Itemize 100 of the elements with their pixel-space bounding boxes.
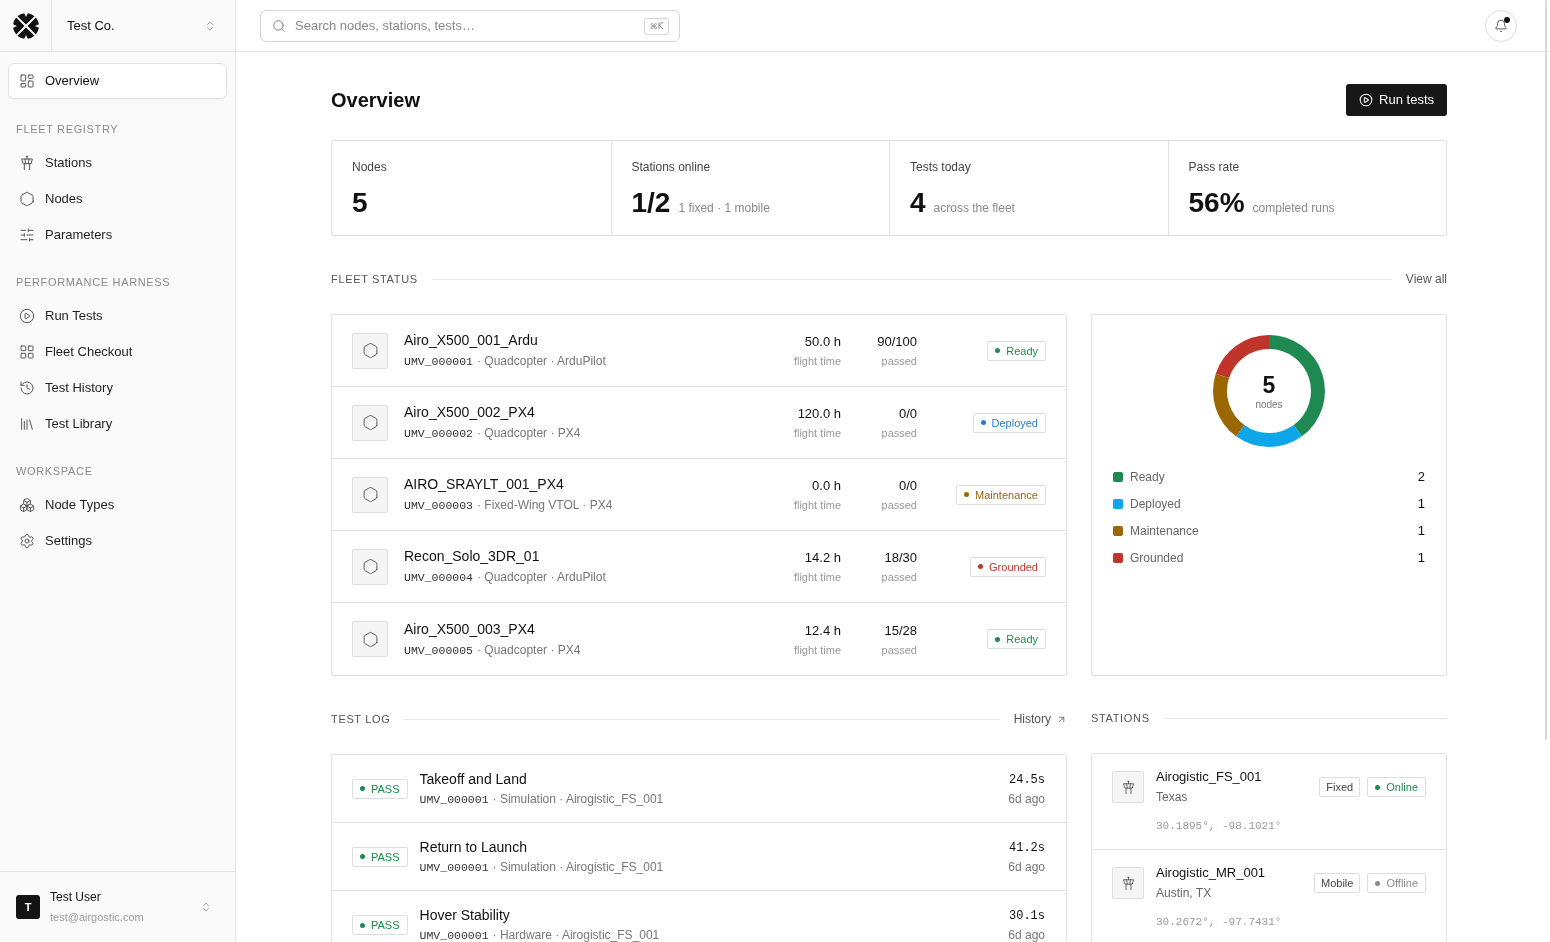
history-icon	[19, 380, 35, 396]
test-meta: · Simulation · Airogistic_FS_001	[492, 790, 664, 807]
play-circle-icon	[19, 308, 35, 324]
legend-label: Deployed	[1130, 495, 1182, 513]
node-id: UMV_000003	[404, 498, 473, 514]
test-name[interactable]: Return to Launch	[419, 837, 1009, 856]
passed-value: 0/0	[898, 405, 917, 423]
nav-item[interactable]: Test Library	[8, 406, 227, 442]
station-location: Texas	[1156, 789, 1189, 805]
node-meta: · Quadcopter · PX4	[477, 641, 581, 658]
node-meta: · Quadcopter · ArduPilot	[477, 353, 606, 369]
section-title: PERFORMANCE HARNESS	[15, 275, 172, 290]
legend-count: 1	[1417, 548, 1425, 567]
section-title: TEST LOG	[331, 712, 391, 727]
result-text: PASS	[371, 781, 400, 796]
nav-item[interactable]: Test History	[8, 370, 227, 406]
node-meta: · Fixed-Wing VTOL · PX4	[477, 497, 613, 513]
node-name[interactable]: Airo_X500_002_PX4	[404, 403, 731, 421]
node-id: UMV_000004	[404, 570, 473, 586]
flight-time-value: 14.2 h	[804, 549, 841, 567]
chevrons-up-down-icon[interactable]	[200, 901, 212, 913]
chevrons-up-down-icon	[204, 19, 216, 32]
stat-value: 1/2	[631, 187, 671, 219]
station-name[interactable]: Airogistic_FS_001	[1156, 768, 1320, 786]
donut-caption: nodes	[1255, 398, 1283, 411]
flight-time-label: flight time	[793, 642, 841, 657]
test-duration: 24.5s	[1009, 771, 1045, 789]
status-text: Maintenance	[975, 487, 1038, 502]
node-id: UMV_000001	[404, 354, 473, 370]
passed-label: passed	[881, 354, 917, 368]
flight-time-value: 12.4 h	[804, 621, 841, 640]
passed-value: 90/100	[877, 333, 917, 351]
scrollbar-thumb[interactable]	[1545, 0, 1547, 740]
node-name[interactable]: Recon_Solo_3DR_01	[404, 547, 731, 565]
flight-time-label: flight time	[793, 354, 841, 368]
hexagon-icon	[361, 630, 379, 648]
flight-time-label: flight time	[793, 570, 841, 584]
nav-item[interactable]: Stations	[8, 145, 227, 181]
status-text: Grounded	[989, 559, 1038, 574]
flight-time-label: flight time	[793, 426, 841, 440]
passed-value: 0/0	[898, 477, 917, 495]
nav-item[interactable]: Nodes	[8, 181, 227, 217]
passed-label: passed	[881, 426, 917, 440]
stat-note: completed runs	[1252, 200, 1335, 217]
test-meta: · Simulation · Airogistic_FS_001	[492, 858, 664, 875]
grid-icon	[19, 344, 35, 360]
test-name[interactable]: Takeoff and Land	[419, 769, 1009, 788]
test-meta: · Hardware · Airogistic_FS_001	[492, 927, 660, 942]
test-time: 6d ago	[1008, 858, 1045, 875]
search-icon	[272, 18, 286, 33]
legend-label: Ready	[1130, 468, 1166, 486]
station-mode-tag: Mobile	[1314, 873, 1361, 893]
test-duration: 30.1s	[1009, 908, 1045, 925]
run-tests-button[interactable]: Run tests	[1346, 84, 1447, 116]
node-name[interactable]: Airo_X500_003_PX4	[404, 619, 731, 638]
view-all-link[interactable]: View all	[1405, 271, 1447, 287]
flight-time-value: 120.0 h	[797, 405, 841, 423]
test-name[interactable]: Hover Stability	[419, 906, 1009, 924]
hexagon-icon	[361, 342, 379, 359]
logo-icon	[12, 12, 39, 39]
section-title: FLEET STATUS	[331, 272, 418, 287]
station-name[interactable]: Airogistic_MR_001	[1156, 864, 1314, 882]
nav-item[interactable]: Overview	[8, 63, 227, 99]
nav-item[interactable]: Settings	[8, 523, 227, 559]
passed-label: passed	[881, 570, 917, 584]
user-email: test@airgostic.com	[50, 910, 145, 925]
tower-icon	[19, 155, 35, 171]
node-name[interactable]: Airo_X500_001_Ardu	[404, 331, 731, 349]
node-meta: · Quadcopter · PX4	[477, 425, 581, 441]
status-text: Deployed	[991, 415, 1038, 430]
boxes-icon	[19, 497, 35, 513]
settings-icon	[19, 533, 35, 549]
station-mode-tag: Fixed	[1319, 777, 1361, 797]
stat-value: 56%	[1188, 187, 1245, 219]
node-name[interactable]: AIRO_SRAYLT_001_PX4	[404, 475, 731, 493]
flight-time-value: 50.0 h	[804, 333, 841, 351]
stat-value: 4	[910, 187, 926, 219]
dashboard-icon	[19, 73, 35, 89]
stat-label: Pass rate	[1188, 159, 1241, 176]
node-id: UMV_000001	[419, 791, 489, 808]
nav-item[interactable]: Fleet Checkout	[8, 334, 227, 370]
test-time: 6d ago	[1008, 790, 1045, 807]
section-title: WORKSPACE	[15, 464, 94, 479]
nav-item[interactable]: Node Types	[8, 487, 227, 523]
stat-label: Nodes	[352, 159, 388, 176]
nav-item[interactable]: Run Tests	[8, 298, 227, 334]
test-time: 6d ago	[1008, 927, 1045, 942]
stat-note: across the fleet	[933, 200, 1015, 217]
stat-label: Tests today	[910, 159, 972, 176]
status-text: Ready	[1006, 343, 1038, 358]
hexagon-icon	[361, 558, 379, 575]
hexagon-icon	[361, 414, 379, 431]
section-title: STATIONS	[1091, 711, 1150, 726]
history-link[interactable]: History	[1013, 711, 1067, 727]
section-title: FLEET REGISTRY	[15, 122, 120, 137]
status-text: Online	[1386, 780, 1418, 794]
company-switcher[interactable]: Test Co.	[52, 0, 235, 51]
passed-label: passed	[881, 642, 917, 657]
nav-item[interactable]: Parameters	[8, 217, 227, 253]
test-duration: 41.2s	[1009, 839, 1045, 857]
